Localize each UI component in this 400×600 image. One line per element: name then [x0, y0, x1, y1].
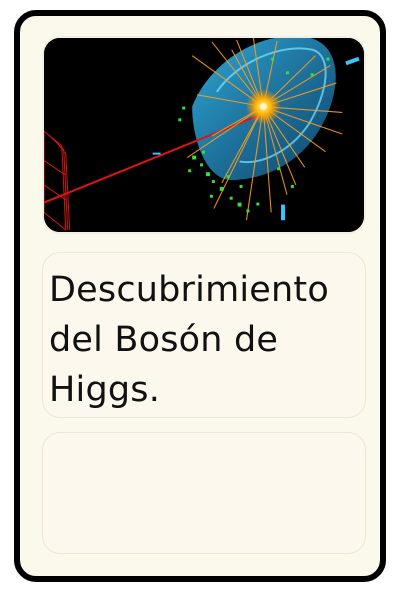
info-card: Descubrimiento del Bosón de Higgs. [14, 10, 386, 582]
card-title: Descubrimiento del Bosón de Higgs. [49, 270, 329, 410]
title-panel: Descubrimiento del Bosón de Higgs. [42, 252, 366, 418]
higgs-event-image [42, 36, 366, 234]
detail-panel [42, 432, 366, 554]
particle-collision-event-icon [44, 38, 364, 232]
